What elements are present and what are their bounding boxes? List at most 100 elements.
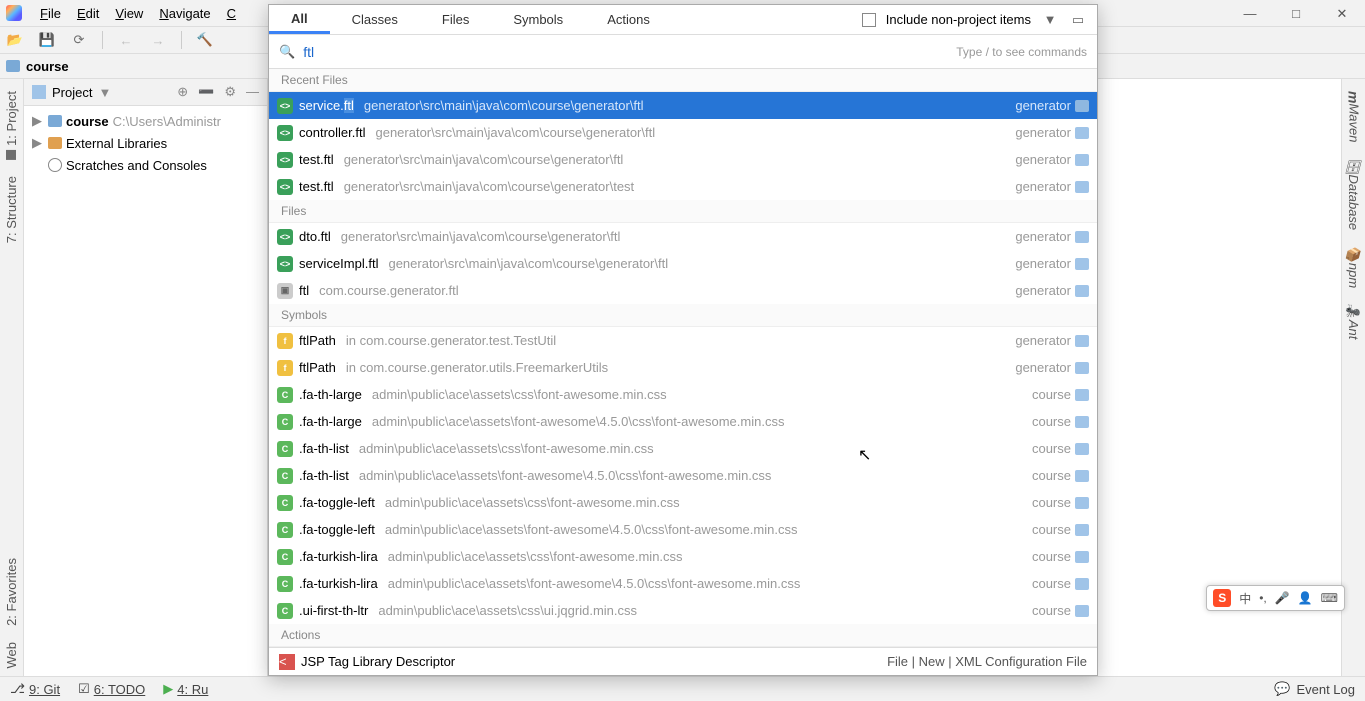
tool-tab-ant[interactable]: 🐜Ant [1344,296,1363,347]
search-result-row[interactable]: ▣ftlcom.course.generator.ftlgenerator [269,277,1097,304]
search-tab-classes[interactable]: Classes [330,5,420,34]
build-icon[interactable]: 🔨 [196,31,214,49]
open-icon[interactable]: 📂 [6,31,24,49]
search-tab-files[interactable]: Files [420,5,491,34]
window-close[interactable]: ✕ [1319,0,1365,27]
window-minimize[interactable]: — [1227,0,1273,27]
tree-row-external-libs[interactable]: ▶ External Libraries [24,132,267,154]
status-git[interactable]: ⎇9: Git [10,681,60,697]
menu-file[interactable]: File [32,0,69,26]
menu-edit[interactable]: Edit [69,0,107,26]
result-name: .fa-th-list [299,441,349,456]
search-result-row[interactable]: C.ui-first-th-ltradmin\public\ace\assets… [269,597,1097,624]
search-result-row[interactable]: <>controller.ftlgenerator\src\main\java\… [269,119,1097,146]
result-module: course [1032,441,1089,456]
project-settings-icon[interactable]: ⚙ [224,84,236,100]
search-tab-all[interactable]: All [269,5,330,34]
forward-icon[interactable]: → [149,31,167,49]
menu-navigate[interactable]: Navigate [151,0,218,26]
result-location: generator\src\main\java\com\course\gener… [375,125,1009,140]
tool-tab-favorites[interactable]: 2: Favorites [2,550,21,634]
project-target-icon[interactable]: ⊕ [177,84,188,100]
result-name: ftlPath [299,360,336,375]
ime-bar[interactable]: S 中 •, 🎤 👤 ⌨ [1206,585,1345,611]
filter-icon[interactable]: ▼ [1041,12,1059,27]
result-name: ftl [299,283,309,298]
search-tabs: All Classes Files Symbols Actions Includ… [269,5,1097,35]
css-icon: C [277,468,293,484]
result-location: generator\src\main\java\com\course\gener… [344,179,1010,194]
search-section-header: Recent Files [269,69,1097,92]
tree-row-course[interactable]: ▶ course C:\Users\Administr [24,110,267,132]
tool-tab-project[interactable]: 1: Project [2,83,21,168]
refresh-icon[interactable]: ⟳ [70,31,88,49]
tool-tab-web[interactable]: Web [2,634,21,677]
field-icon: f [277,333,293,349]
result-name: .fa-turkish-lira [299,576,378,591]
result-location: admin\public\ace\assets\css\ui.jqgrid.mi… [378,603,1026,618]
search-tab-symbols[interactable]: Symbols [491,5,585,34]
search-results[interactable]: Recent Files<>service.ftlgenerator\src\m… [269,69,1097,647]
ime-voice-icon[interactable]: 🎤 [1275,591,1290,605]
search-result-row[interactable]: C.fa-turkish-liraadmin\public\ace\assets… [269,570,1097,597]
tool-tab-database[interactable]: 🗄Database [1344,150,1363,238]
search-result-row[interactable]: C.fa-toggle-leftadmin\public\ace\assets\… [269,489,1097,516]
tool-tab-structure[interactable]: 7: Structure [2,168,21,251]
tool-tab-npm[interactable]: 📦npm [1344,239,1363,296]
window-controls: — □ ✕ [1227,0,1365,27]
search-result-row[interactable]: <>test.ftlgenerator\src\main\java\com\co… [269,146,1097,173]
ime-lang[interactable]: 中 [1239,590,1251,607]
result-location: admin\public\ace\assets\font-awesome\4.5… [388,576,1026,591]
event-log-icon[interactable]: 💬 [1274,681,1290,697]
include-non-project-checkbox[interactable] [862,13,876,27]
project-collapse-icon[interactable]: ➖ [198,84,214,100]
css-icon: C [277,414,293,430]
project-hide-icon[interactable]: — [246,84,259,100]
result-name: test.ftl [299,179,334,194]
result-location: admin\public\ace\assets\font-awesome\4.5… [359,468,1026,483]
window-maximize[interactable]: □ [1273,0,1319,27]
folder-icon [6,60,20,72]
status-todo[interactable]: ☑6: TODO [78,681,145,697]
search-result-row[interactable]: <>serviceImpl.ftlgenerator\src\main\java… [269,250,1097,277]
result-module: course [1032,576,1089,591]
result-module: course [1032,414,1089,429]
search-result-row[interactable]: C.fa-turkish-liraadmin\public\ace\assets… [269,543,1097,570]
search-input[interactable] [303,44,948,60]
search-result-row[interactable]: C.fa-th-listadmin\public\ace\assets\css\… [269,435,1097,462]
search-result-row[interactable]: C.fa-th-largeadmin\public\ace\assets\css… [269,381,1097,408]
result-location: admin\public\ace\assets\font-awesome\4.5… [385,522,1026,537]
search-icon: 🔍 [279,44,295,60]
search-section-header: Symbols [269,304,1097,327]
menu-code[interactable]: C [219,0,244,26]
result-module: course [1032,603,1089,618]
result-name: controller.ftl [299,125,365,140]
search-result-row[interactable]: <>dto.ftlgenerator\src\main\java\com\cou… [269,223,1097,250]
menu-view[interactable]: View [107,0,151,26]
breadcrumb-root[interactable]: course [26,59,69,74]
ime-punct[interactable]: •, [1259,591,1267,605]
search-result-row[interactable]: fftlPathin com.course.generator.utils.Fr… [269,354,1097,381]
ime-user-icon[interactable]: 👤 [1298,591,1313,605]
pin-icon[interactable]: ▭ [1069,12,1087,28]
search-result-row[interactable]: C.fa-th-largeadmin\public\ace\assets\fon… [269,408,1097,435]
back-icon[interactable]: ← [117,31,135,49]
left-tool-gutter: 1: Project 7: Structure 2: Favorites Web [0,79,24,676]
project-panel-title[interactable]: Project [52,85,92,100]
save-icon[interactable]: 💾 [38,31,56,49]
footer-action-label[interactable]: JSP Tag Library Descriptor [301,654,455,669]
tree-row-scratches[interactable]: ▶ Scratches and Consoles [24,154,267,176]
ime-keyboard-icon[interactable]: ⌨ [1321,591,1338,605]
search-result-row[interactable]: <>service.ftlgenerator\src\main\java\com… [269,92,1097,119]
search-result-row[interactable]: C.fa-toggle-leftadmin\public\ace\assets\… [269,516,1097,543]
search-result-row[interactable]: fftlPathin com.course.generator.test.Tes… [269,327,1097,354]
search-result-row[interactable]: <>test.ftlgenerator\src\main\java\com\co… [269,173,1097,200]
tool-tab-maven[interactable]: mMaven [1344,83,1364,150]
search-tab-actions[interactable]: Actions [585,5,672,34]
css-icon: C [277,495,293,511]
status-run[interactable]: ▶4: Ru [163,681,208,697]
search-result-row[interactable]: C .fa-th-list admin\public\ace\assets\font… [269,462,1097,489]
event-log-label[interactable]: Event Log [1296,682,1355,697]
result-name: .fa-th-list [299,468,349,483]
project-tree[interactable]: ▶ course C:\Users\Administr ▶ External L… [24,106,267,180]
